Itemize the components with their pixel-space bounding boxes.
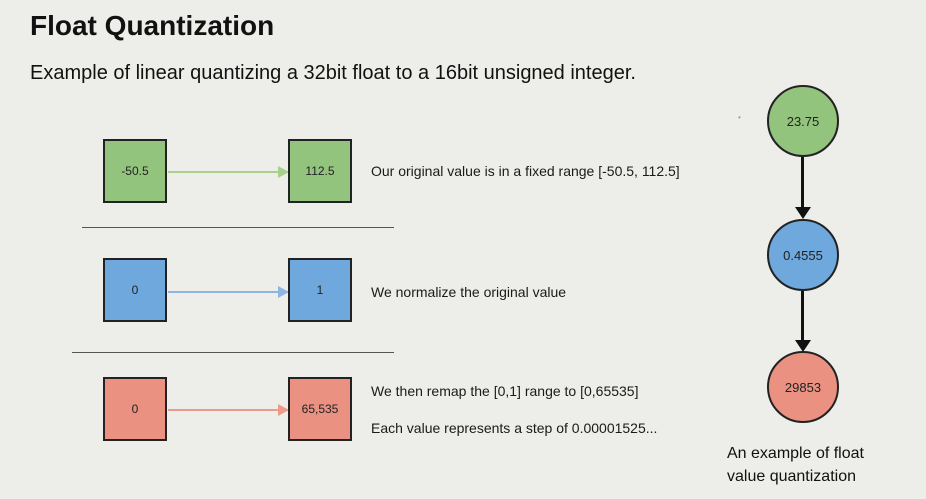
- example-normalized-node: 0.4555: [767, 219, 839, 291]
- example-arrow-2: [801, 291, 804, 342]
- range-min-box: -50.5: [103, 139, 167, 203]
- quantized-max-box: 65,535: [288, 377, 352, 441]
- cursor-mark: •: [738, 113, 741, 122]
- normalize-description: We normalize the original value: [371, 284, 567, 300]
- remap-description: We then remap the [0,1] range to [0,6553…: [371, 383, 639, 399]
- normalized-min-box: 0: [103, 258, 167, 322]
- divider-1: [82, 227, 394, 228]
- example-arrowhead-1: [795, 207, 811, 219]
- normalize-arrow: [168, 286, 289, 298]
- slide: Float Quantization Example of linear qua…: [0, 0, 926, 499]
- example-arrow-1: [801, 157, 804, 209]
- example-caption: An example of float value quantization: [727, 442, 917, 488]
- slide-title: Float Quantization: [30, 10, 275, 41]
- divider-2: [72, 352, 394, 353]
- range-arrow: [168, 166, 289, 178]
- example-caption-line-2: value quantization: [727, 468, 856, 485]
- remap-arrow: [168, 404, 289, 416]
- range-description: Our original value is in a fixed range […: [371, 163, 680, 179]
- example-float-node: 23.75: [767, 85, 839, 157]
- range-max-box: 112.5: [288, 139, 352, 203]
- step-description: Each value represents a step of 0.000015…: [371, 420, 658, 436]
- normalized-max-box: 1: [288, 258, 352, 322]
- example-caption-line-1: An example of float: [727, 445, 864, 462]
- example-quantized-node: 29853: [767, 351, 839, 423]
- slide-subtitle: Example of linear quantizing a 32bit flo…: [30, 62, 636, 84]
- quantized-min-box: 0: [103, 377, 167, 441]
